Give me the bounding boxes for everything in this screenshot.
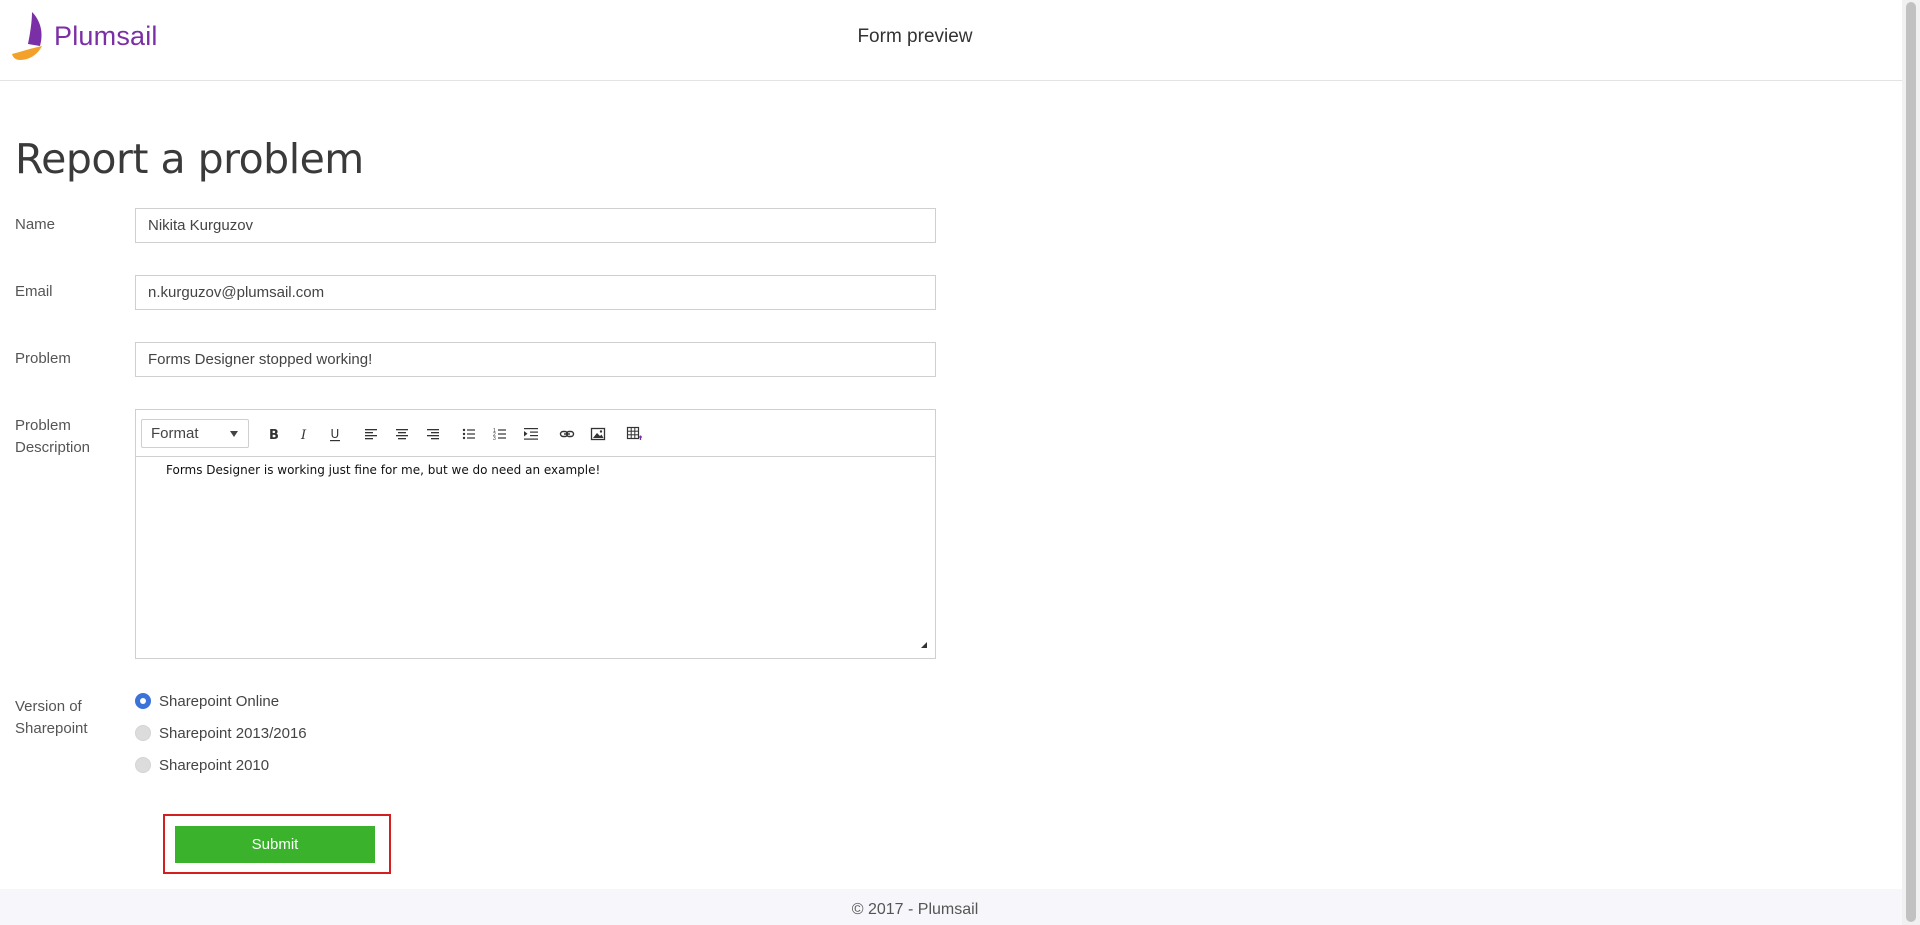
italic-icon[interactable]: I (294, 424, 314, 444)
name-label: Name (15, 216, 56, 233)
format-dropdown[interactable]: Format (141, 419, 249, 448)
svg-text:I: I (300, 428, 307, 442)
radio-option-label: Sharepoint Online (159, 692, 280, 710)
table-icon[interactable] (624, 424, 644, 444)
version-label: Version of Sharepoint (15, 696, 88, 740)
email-label: Email (15, 283, 53, 300)
align-center-icon[interactable] (392, 424, 412, 444)
svg-text:B: B (269, 428, 279, 442)
radio-option-sharepoint-2010[interactable]: Sharepoint 2010 (135, 754, 269, 776)
rich-text-editor[interactable]: Format B I U 123 Forms Designer is worki… (135, 409, 936, 659)
radio-option-sharepoint-2013-2016[interactable]: Sharepoint 2013/2016 (135, 722, 307, 744)
chevron-down-icon (230, 431, 238, 437)
page-header: Plumsail Form preview (0, 0, 1902, 81)
underline-icon[interactable]: U (325, 424, 345, 444)
problem-label: Problem (15, 350, 71, 367)
version-label-line2: Sharepoint (15, 720, 88, 737)
description-label: Problem Description (15, 415, 90, 459)
radio-option-label: Sharepoint 2010 (159, 756, 270, 774)
bold-icon[interactable]: B (263, 424, 283, 444)
radio-option-label: Sharepoint 2013/2016 (159, 724, 307, 742)
radio-button[interactable] (135, 725, 151, 741)
email-input[interactable] (135, 275, 936, 310)
link-icon[interactable] (557, 424, 577, 444)
submit-button[interactable]: Submit (175, 826, 375, 863)
format-dropdown-label: Format (151, 425, 199, 442)
bullet-list-icon[interactable] (459, 424, 479, 444)
description-label-line2: Description (15, 439, 91, 456)
scrollbar[interactable] (1902, 0, 1920, 925)
align-left-icon[interactable] (361, 424, 381, 444)
indent-icon[interactable] (521, 424, 541, 444)
radio-option-sharepoint-online[interactable]: Sharepoint Online (135, 690, 279, 712)
editor-toolbar: Format B I U 123 (136, 410, 935, 457)
page-title: Report a problem (15, 135, 364, 183)
resize-handle-icon[interactable] (921, 642, 927, 648)
radio-button-checked[interactable] (135, 693, 151, 709)
radio-button[interactable] (135, 757, 151, 773)
description-label-line1: Problem (15, 417, 71, 434)
svg-text:U: U (331, 427, 340, 441)
svg-text:3: 3 (493, 436, 496, 442)
editor-content[interactable]: Forms Designer is working just fine for … (166, 463, 600, 477)
header-title: Form preview (857, 26, 973, 47)
name-input[interactable] (135, 208, 936, 243)
align-right-icon[interactable] (423, 424, 443, 444)
footer-copyright: © 2017 - Plumsail (851, 901, 979, 918)
submit-highlight-frame: Submit (163, 814, 391, 874)
page-footer: © 2017 - Plumsail (0, 889, 1902, 925)
problem-input[interactable] (135, 342, 936, 377)
scrollbar-thumb[interactable] (1906, 2, 1916, 922)
image-icon[interactable] (588, 424, 608, 444)
numbered-list-icon[interactable]: 123 (490, 424, 510, 444)
version-label-line1: Version of (15, 698, 82, 715)
